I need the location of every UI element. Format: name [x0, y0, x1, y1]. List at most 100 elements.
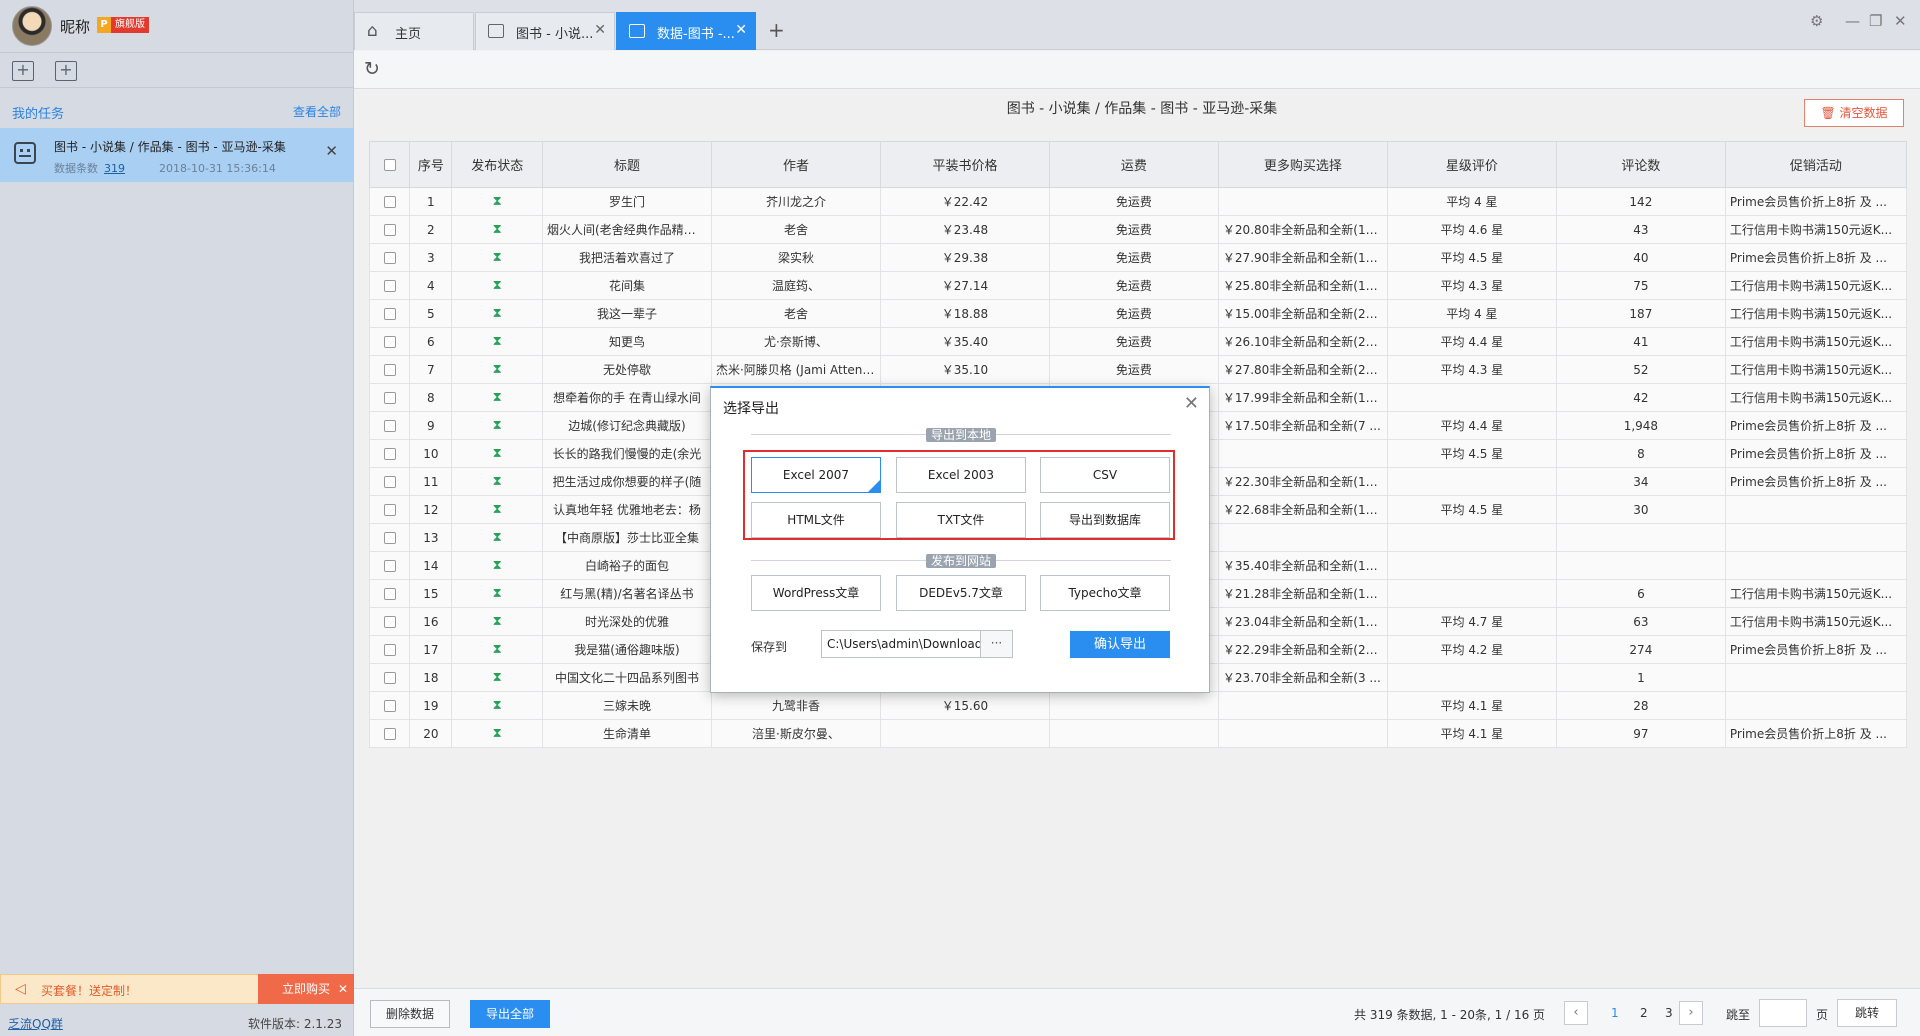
row-checkbox[interactable]: [368, 719, 411, 748]
tab-books[interactable]: 图书 - 小说... ✕: [475, 12, 615, 50]
minimize-icon[interactable]: —: [1845, 12, 1860, 30]
row-checkbox[interactable]: [368, 635, 411, 664]
close-window-icon[interactable]: ✕: [1894, 12, 1907, 30]
close-tab-icon[interactable]: ✕: [735, 22, 747, 38]
table-cell: 52: [1555, 355, 1726, 384]
table-row[interactable]: 3 ⧗ 我把活着欢喜过了 梁实秋 ￥29.38 免运费 ￥27.90非全新品和全新(15..…: [368, 243, 1908, 272]
column-header[interactable]: 促销活动: [1724, 141, 1908, 188]
table-cell: 尤·奈斯博、: [710, 327, 881, 356]
column-header[interactable]: 运费: [1048, 141, 1219, 188]
table-cell: ￥23.48: [879, 215, 1050, 244]
close-icon[interactable]: ✕: [1184, 393, 1199, 414]
page-number[interactable]: 3: [1665, 1006, 1673, 1020]
row-checkbox[interactable]: [368, 411, 411, 440]
table-row[interactable]: 4 ⧗ 花间集 温庭筠、 ￥27.14 免运费 ￥25.80非全新品和全新(19... 平均 …: [368, 271, 1908, 300]
close-tab-icon[interactable]: ✕: [594, 22, 606, 38]
column-header[interactable]: 发布状态: [451, 141, 543, 188]
goto-button[interactable]: 跳转: [1837, 999, 1897, 1027]
table-cell: 75: [1555, 271, 1726, 300]
plus-icon[interactable]: +: [768, 18, 785, 42]
export-all-button[interactable]: 导出全部: [470, 1000, 550, 1028]
tab-label: 数据-图书 -...: [657, 27, 735, 42]
table-cell: 平均 4.5 星: [1386, 439, 1557, 468]
export-database-button[interactable]: 导出到数据库: [1040, 502, 1170, 538]
table-row[interactable]: 1 ⧗ 罗生门 芥川龙之介 ￥22.42 免运费 平均 4 星 142 Prime会员售价折上8…: [368, 187, 1908, 216]
table-cell: ￥23.04非全新品和全新(14...: [1217, 607, 1388, 636]
buy-now-button[interactable]: 立即购买 ✕: [258, 974, 354, 1004]
column-header[interactable]: 平装书价格: [879, 141, 1050, 188]
table-row[interactable]: 6 ⧗ 知更鸟 尤·奈斯博、 ￥35.40 免运费 ￥26.10非全新品和全新(24... 平…: [368, 327, 1908, 356]
goto-page-input[interactable]: [1759, 999, 1807, 1027]
next-page-button[interactable]: ›: [1679, 1001, 1703, 1025]
row-checkbox[interactable]: [368, 243, 411, 272]
row-checkbox[interactable]: [368, 383, 411, 412]
table-row[interactable]: 7 ⧗ 无处停歇 杰米·阿滕贝格 (Jami Attenb... ￥35.10 免运费 ￥2…: [368, 355, 1908, 384]
refresh-icon[interactable]: ↻: [364, 58, 380, 80]
tab-data[interactable]: 数据-图书 -... ✕: [616, 12, 756, 50]
prev-page-button[interactable]: ‹: [1564, 1001, 1588, 1025]
column-header[interactable]: 评论数: [1555, 141, 1726, 188]
close-promo-icon[interactable]: ✕: [338, 974, 348, 1004]
column-header[interactable]: 作者: [710, 141, 881, 188]
settings-icon[interactable]: ⚙: [1810, 12, 1823, 30]
row-checkbox[interactable]: [368, 523, 411, 552]
browse-button[interactable]: ···: [981, 630, 1013, 658]
row-index: 3: [409, 243, 453, 272]
column-header[interactable]: 标题: [541, 141, 712, 188]
wordpress-button[interactable]: WordPress文章: [751, 575, 881, 611]
table-cell: [1217, 719, 1388, 748]
task-count[interactable]: 319: [104, 162, 125, 175]
column-header[interactable]: 更多购买选择: [1217, 141, 1388, 188]
row-checkbox[interactable]: [368, 691, 411, 720]
column-header[interactable]: 序号: [409, 141, 453, 188]
hourglass-icon: ⧗: [492, 586, 502, 601]
row-checkbox[interactable]: [368, 355, 411, 384]
avatar[interactable]: [12, 6, 52, 46]
delete-data-button[interactable]: 删除数据: [370, 1000, 450, 1028]
new-task-icon[interactable]: +: [12, 61, 34, 81]
tab-home[interactable]: ⌂ 主页: [354, 12, 474, 50]
html-file-button[interactable]: HTML文件: [751, 502, 881, 538]
excel2007-button[interactable]: Excel 2007 ✓: [751, 457, 881, 493]
select-all-checkbox[interactable]: [368, 141, 411, 188]
table-cell: 无处停歇: [541, 355, 712, 384]
restore-icon[interactable]: ❐: [1869, 12, 1882, 30]
qq-group-link[interactable]: 乏流QQ群: [8, 1015, 63, 1032]
row-checkbox[interactable]: [368, 663, 411, 692]
clear-data-button[interactable]: 🗑 清空数据: [1804, 99, 1904, 127]
save-path-input[interactable]: C:\Users\admin\Downloads\图书 - 小: [821, 630, 981, 658]
view-all-link[interactable]: 查看全部: [293, 103, 341, 120]
row-checkbox[interactable]: [368, 215, 411, 244]
table-row[interactable]: 19 ⧗ 三嫁未晚 九鹭非香 ￥15.60 平均 4.1 星 28: [368, 691, 1908, 720]
nickname[interactable]: 昵称: [60, 16, 90, 37]
dede-button[interactable]: DEDEv5.7文章: [896, 575, 1026, 611]
task-item[interactable]: 图书 - 小说集 / 作品集 - 图书 - 亚马逊-采集 数据条数 319 2018…: [0, 128, 354, 182]
row-checkbox[interactable]: [368, 299, 411, 328]
row-checkbox[interactable]: [368, 467, 411, 496]
typecho-button[interactable]: Typecho文章: [1040, 575, 1170, 611]
table-cell: 工行信用卡购书满150元返K...: [1724, 271, 1908, 300]
excel2003-button[interactable]: Excel 2003: [896, 457, 1026, 493]
close-icon[interactable]: ✕: [325, 142, 338, 160]
row-checkbox[interactable]: [368, 551, 411, 580]
row-checkbox[interactable]: [368, 579, 411, 608]
bottom-bar: 删除数据 导出全部 共 319 条数据, 1 - 20条, 1 / 16 页 ‹…: [354, 988, 1920, 1036]
page-number[interactable]: 1: [1611, 1006, 1619, 1020]
table-row[interactable]: 2 ⧗ 烟火人间(老舍经典作品精选... 老舍 ￥23.48 免运费 ￥20.80非全新品和…: [368, 215, 1908, 244]
row-checkbox[interactable]: [368, 327, 411, 356]
table-row[interactable]: 20 ⧗ 生命清单 涪里·斯皮尔曼、 平均 4.1 星 97 Prime会员售价折上8折 及…: [368, 719, 1908, 748]
confirm-export-button[interactable]: 确认导出: [1070, 631, 1170, 658]
row-checkbox[interactable]: [368, 495, 411, 524]
column-header[interactable]: 星级评价: [1386, 141, 1557, 188]
table-row[interactable]: 5 ⧗ 我这一辈子 老舍 ￥18.88 免运费 ￥15.00非全新品和全新(22... 平均 …: [368, 299, 1908, 328]
row-checkbox[interactable]: [368, 439, 411, 468]
row-checkbox[interactable]: [368, 271, 411, 300]
goto-label: 跳至: [1726, 1008, 1751, 1022]
row-checkbox[interactable]: [368, 187, 411, 216]
csv-button[interactable]: CSV: [1040, 457, 1170, 493]
txt-file-button[interactable]: TXT文件: [896, 502, 1026, 538]
new-folder-icon[interactable]: +: [55, 61, 77, 81]
row-checkbox[interactable]: [368, 607, 411, 636]
page-number[interactable]: 2: [1640, 1006, 1648, 1020]
table-cell: 42: [1555, 383, 1726, 412]
